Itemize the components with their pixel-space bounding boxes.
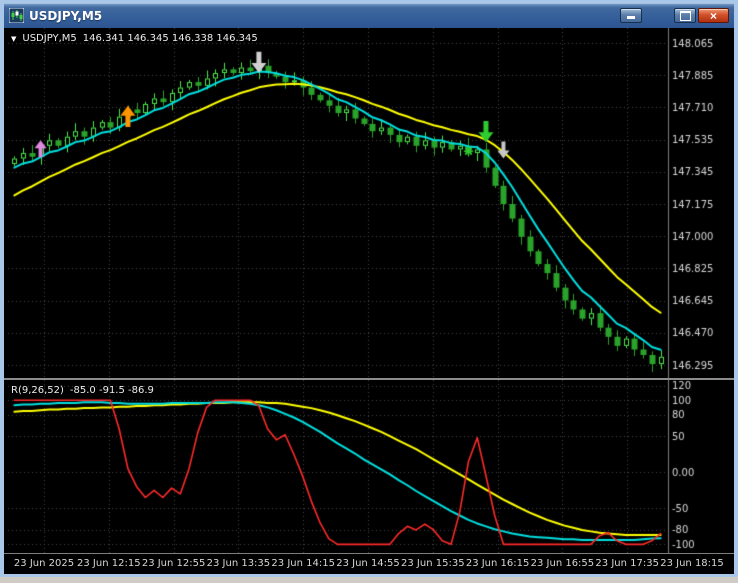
main-chart-panel: ▼ USDJPY,M5 146.341 146.345 146.338 146.…	[4, 28, 734, 378]
indicator-panel: R(9,26,52) -85.0 -91.5 -86.9	[4, 380, 734, 553]
time-label: 23 Jun 17:35	[595, 558, 659, 569]
time-label: 23 Jun 18:15	[660, 558, 724, 569]
indicator-name: R(9,26,52)	[11, 385, 64, 396]
time-label: 23 Jun 13:35	[206, 558, 271, 569]
indicator-values: -85.0 -91.5 -86.9	[69, 385, 154, 396]
button-gap	[644, 15, 672, 16]
close-icon: ×	[709, 8, 717, 23]
window-title: USDJPY,M5	[29, 8, 103, 23]
desktop: USDJPY,M5 × ▼ USDJPY,M5 146.341 146.345 …	[0, 0, 738, 583]
window-controls: ×	[620, 8, 729, 23]
time-label: 23 Jun 2025	[13, 558, 75, 569]
chart-ohlc-values: 146.341 146.345 146.338 146.345	[82, 33, 258, 44]
indicator-label: R(9,26,52) -85.0 -91.5 -86.9	[11, 385, 154, 396]
main-chart-canvas[interactable]	[4, 28, 734, 378]
minimize-icon	[627, 16, 635, 19]
chart-symbol-period: USDJPY,M5	[22, 33, 77, 44]
window-titlebar[interactable]: USDJPY,M5 ×	[4, 3, 734, 28]
time-label: 23 Jun 16:55	[530, 558, 595, 569]
chart-ohlc-label: ▼ USDJPY,M5 146.341 146.345 146.338 146.…	[11, 33, 258, 44]
time-label: 23 Jun 14:15	[271, 558, 335, 569]
close-button[interactable]: ×	[698, 8, 729, 23]
time-label: 23 Jun 12:15	[77, 558, 141, 569]
minimize-button[interactable]	[620, 8, 642, 23]
chart-area: ▼ USDJPY,M5 146.341 146.345 146.338 146.…	[4, 28, 734, 574]
maximize-icon	[679, 10, 691, 21]
time-axis[interactable]: 23 Jun 2025 23 Jun 12:15 23 Jun 12:55 23 Ju…	[4, 553, 734, 574]
time-label: 23 Jun 12:55	[141, 558, 206, 569]
time-label: 23 Jun 16:15	[465, 558, 530, 569]
indicator-canvas[interactable]	[4, 380, 734, 553]
time-label: 23 Jun 15:35	[401, 558, 465, 569]
symbol-dropdown-icon[interactable]: ▼	[11, 35, 16, 43]
app-icon	[8, 7, 25, 24]
mt4-chart-window: USDJPY,M5 × ▼ USDJPY,M5 146.341 146.345 …	[0, 0, 738, 577]
maximize-button[interactable]	[674, 8, 696, 23]
time-label: 23 Jun 14:55	[336, 558, 400, 569]
